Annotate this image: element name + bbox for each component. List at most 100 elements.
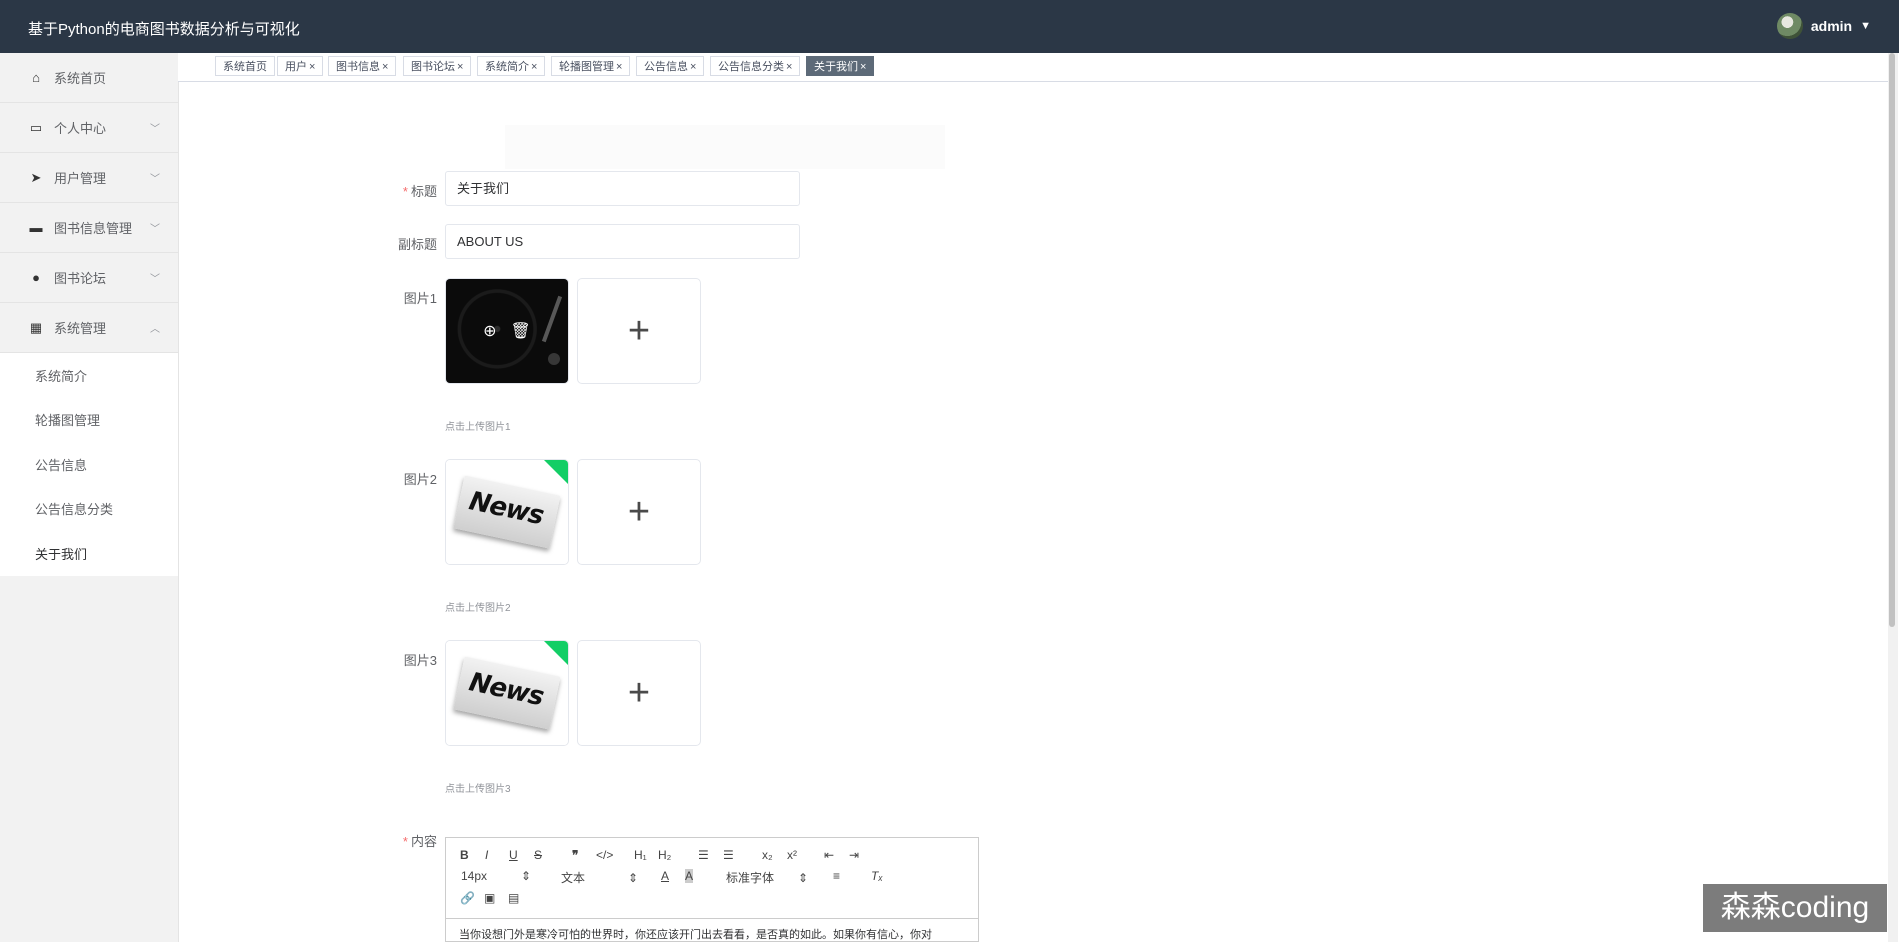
sidebar-item-label: 系统管理 bbox=[54, 321, 107, 336]
close-icon[interactable]: × bbox=[382, 61, 388, 73]
font-color-button[interactable]: A bbox=[661, 869, 669, 883]
tab-system-intro[interactable]: 系统简介 × bbox=[477, 56, 546, 76]
image2-upload-button[interactable]: + bbox=[577, 459, 701, 565]
close-icon[interactable]: × bbox=[531, 61, 537, 73]
top-navbar: 基于Python的电商图书数据分析与可视化 admin ▼ bbox=[0, 0, 1899, 53]
heading1-button[interactable]: H₁ bbox=[634, 848, 647, 862]
avatar[interactable] bbox=[1776, 13, 1803, 39]
tab-user[interactable]: 用户 × bbox=[277, 56, 324, 76]
image3-hint: 点击上传图片3 bbox=[445, 784, 511, 795]
card-icon: ▭ bbox=[29, 119, 43, 135]
sidebar-item-user-management[interactable]: ➤ 用户管理 ﹀ bbox=[0, 153, 178, 203]
sidebar-item-book-forum[interactable]: ● 图书论坛 ﹀ bbox=[0, 253, 178, 303]
sidebar-item-personal-center[interactable]: ▭ 个人中心 ﹀ bbox=[0, 103, 178, 153]
image3-thumbnail[interactable]: News bbox=[445, 640, 569, 746]
font-size-select[interactable]: 14px ⇕ bbox=[461, 869, 531, 883]
close-icon[interactable]: × bbox=[690, 61, 696, 73]
italic-button[interactable]: I bbox=[485, 848, 488, 862]
page-scrollbar[interactable] bbox=[1888, 53, 1898, 942]
close-icon[interactable]: × bbox=[616, 61, 622, 73]
heading2-button[interactable]: H₂ bbox=[658, 848, 671, 862]
subtitle-label: 副标题 bbox=[397, 237, 437, 252]
code-button[interactable]: </> bbox=[596, 848, 613, 862]
chevron-down-icon: ﹀ bbox=[150, 124, 160, 135]
close-icon[interactable]: × bbox=[457, 61, 463, 73]
sidebar-subitem-notice[interactable]: 公告信息 bbox=[0, 442, 178, 487]
send-icon: ➤ bbox=[30, 169, 42, 185]
tab-label: 公告信息分类 bbox=[718, 61, 784, 73]
sidebar-item-book-info[interactable]: ▬ 图书信息管理 ﹀ bbox=[0, 203, 178, 253]
user-name[interactable]: admin bbox=[1811, 18, 1852, 34]
plus-icon: + bbox=[627, 672, 651, 714]
plus-icon: + bbox=[627, 491, 651, 533]
tab-label: 系统首页 bbox=[223, 61, 267, 73]
sidebar-item-label: 个人中心 bbox=[54, 121, 107, 136]
bold-button[interactable]: B bbox=[460, 848, 469, 862]
ordered-list-icon[interactable]: ☰ bbox=[698, 848, 709, 862]
image3-label: 图片3 bbox=[403, 653, 437, 668]
sidebar-item-home[interactable]: ⌂ 系统首页 bbox=[0, 53, 178, 103]
editor-content[interactable]: 当你设想门外是寒冷可怕的世界时，你还应该开门出去看看，是否真的如此。如果你有信心… bbox=[459, 926, 932, 942]
tab-notice-category[interactable]: 公告信息分类 × bbox=[710, 56, 801, 76]
image3-upload-button[interactable]: + bbox=[577, 640, 701, 746]
tab-about-us[interactable]: 关于我们 × bbox=[806, 56, 875, 76]
align-icon[interactable]: ≡ bbox=[833, 869, 840, 883]
sidebar-subitem-about-us[interactable]: 关于我们 bbox=[0, 531, 178, 576]
sidebar-item-label: 图书论坛 bbox=[54, 271, 107, 286]
scrollbar-thumb[interactable] bbox=[1889, 53, 1895, 627]
tab-book-forum[interactable]: 图书论坛 × bbox=[403, 56, 472, 76]
strike-button[interactable]: S bbox=[534, 848, 542, 862]
close-icon[interactable]: × bbox=[786, 61, 792, 73]
superscript-button[interactable]: x² bbox=[787, 848, 797, 862]
chevron-down-icon: ﹀ bbox=[150, 224, 160, 235]
image2-thumbnail[interactable]: News bbox=[445, 459, 569, 565]
tab-notice[interactable]: 公告信息 × bbox=[636, 56, 705, 76]
background-color-button[interactable]: A bbox=[685, 869, 694, 883]
tab-home[interactable]: 系统首页 bbox=[215, 56, 275, 76]
tab-label: 图书信息 bbox=[336, 61, 380, 73]
sidebar-item-system-management[interactable]: ▦ 系统管理 ︿ bbox=[0, 303, 178, 353]
tab-carousel[interactable]: 轮播图管理 × bbox=[551, 56, 631, 76]
rich-text-editor[interactable]: B I U S ❞ </> H₁ H₂ ☰ ☰ x₂ x² ⇤ ⇥ 14px ⇕ … bbox=[445, 837, 979, 942]
plus-icon: + bbox=[627, 310, 651, 352]
image-icon[interactable]: ▣ bbox=[484, 891, 495, 905]
required-mark: * bbox=[402, 184, 408, 199]
user-menu[interactable]: admin ▼ bbox=[1776, 13, 1871, 39]
clear-format-icon[interactable]: Tₓ bbox=[871, 869, 883, 883]
close-icon[interactable]: × bbox=[860, 61, 866, 73]
caret-down-icon[interactable]: ▼ bbox=[1860, 20, 1871, 32]
home-icon: ⌂ bbox=[32, 70, 40, 85]
text-style-select[interactable]: 文本 ⇕ bbox=[561, 869, 638, 886]
indent-icon[interactable]: ⇥ bbox=[849, 848, 859, 862]
content-label: * 内容 bbox=[380, 831, 437, 850]
bullet-list-icon[interactable]: ☰ bbox=[723, 848, 734, 862]
title-label-text: 标题 bbox=[410, 184, 437, 199]
font-family-select[interactable]: 标准字体 ⇕ bbox=[726, 869, 808, 886]
tab-label: 图书论坛 bbox=[411, 61, 455, 73]
editor-toolbar: B I U S ❞ </> H₁ H₂ ☰ ☰ x₂ x² ⇤ ⇥ 14px ⇕ … bbox=[446, 838, 978, 919]
sidebar-subitem-system-intro[interactable]: 系统简介 bbox=[0, 353, 178, 398]
delete-icon[interactable]: 🗑 bbox=[511, 321, 531, 341]
subtitle-input[interactable]: ABOUT US bbox=[445, 224, 800, 259]
tab-label: 用户 bbox=[285, 61, 307, 73]
subscript-button[interactable]: x₂ bbox=[762, 848, 773, 862]
outdent-icon[interactable]: ⇤ bbox=[824, 848, 834, 862]
image2-label: 图片2 bbox=[403, 472, 437, 487]
sidebar-subitem-carousel[interactable]: 轮播图管理 bbox=[0, 398, 178, 443]
image1-upload-button[interactable]: + bbox=[577, 278, 701, 384]
grid-icon: ▦ bbox=[29, 319, 43, 335]
video-icon[interactable]: ▤ bbox=[508, 891, 519, 905]
tabs-bar: 系统首页 用户 × 图书信息 × 图书论坛 × 系统简介 × 轮播图管理 × 公告信息 × … bbox=[178, 53, 1888, 82]
content-label-text: 内容 bbox=[410, 834, 437, 849]
zoom-in-icon[interactable]: ⊕ bbox=[483, 321, 496, 341]
blockquote-button[interactable]: ❞ bbox=[572, 848, 578, 862]
link-icon[interactable]: 🔗 bbox=[460, 891, 475, 905]
title-input[interactable]: 关于我们 bbox=[445, 171, 800, 206]
tab-label: 关于我们 bbox=[814, 61, 858, 73]
tab-book-info[interactable]: 图书信息 × bbox=[328, 56, 397, 76]
underline-button[interactable]: U bbox=[509, 848, 518, 862]
faded-header bbox=[505, 125, 945, 169]
sidebar-subitem-notice-category[interactable]: 公告信息分类 bbox=[0, 487, 178, 532]
close-icon[interactable]: × bbox=[309, 61, 315, 73]
image1-thumbnail[interactable]: ⊕ 🗑 bbox=[445, 278, 569, 384]
